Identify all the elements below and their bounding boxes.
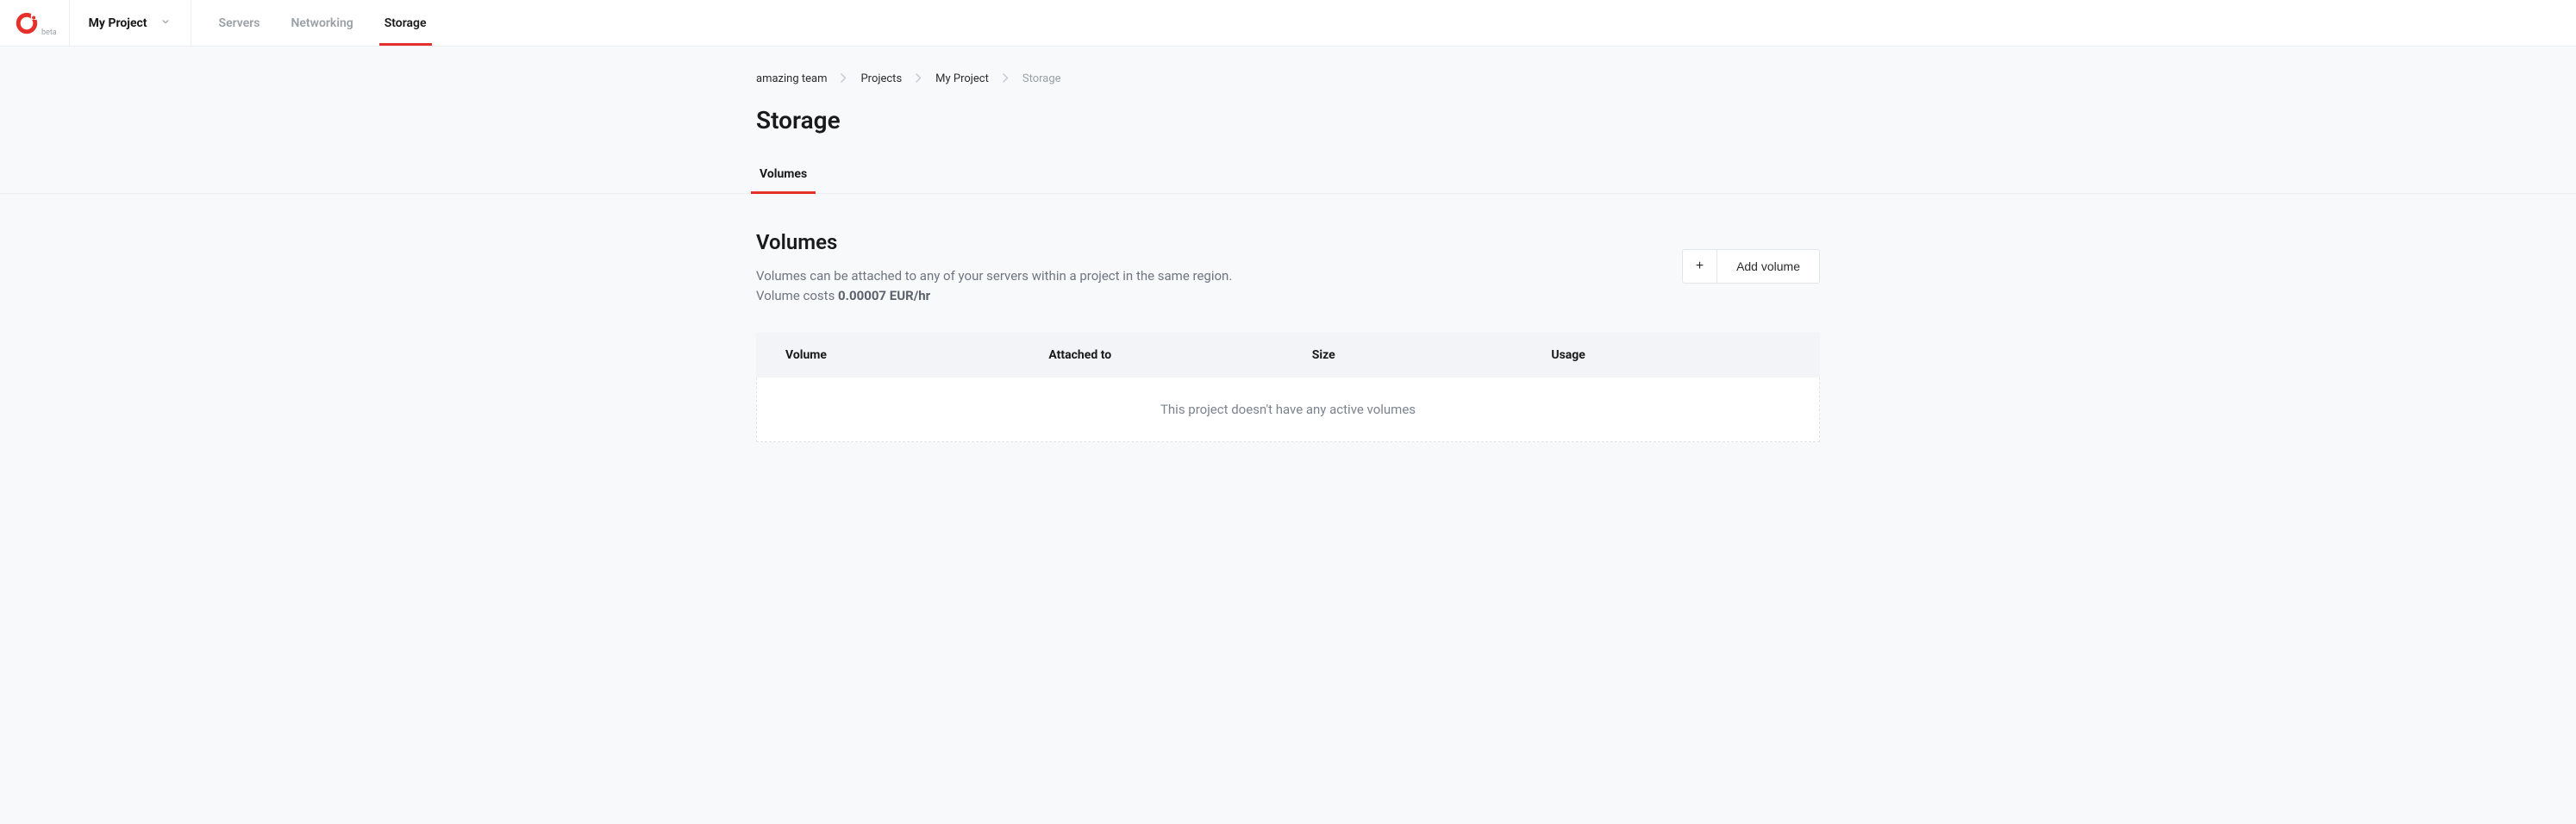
breadcrumb-team[interactable]: amazing team	[756, 72, 827, 85]
nav-link-storage[interactable]: Storage	[369, 0, 442, 46]
col-attached-to: Attached to	[1048, 348, 1311, 362]
section-desc-cost: Volume costs 0.00007 EUR/hr	[756, 286, 1232, 306]
project-name: My Project	[89, 16, 147, 30]
col-size: Size	[1312, 348, 1552, 362]
section-desc-cost-value: 0.00007 EUR/hr	[838, 288, 930, 303]
chevron-right-icon	[1003, 73, 1009, 85]
nav-links: Servers Networking Storage	[203, 0, 442, 46]
breadcrumb-project[interactable]: My Project	[935, 72, 989, 85]
logo-beta-label: beta	[41, 28, 57, 37]
project-selector[interactable]: My Project	[70, 0, 191, 46]
volumes-section: Volumes Volumes can be attached to any o…	[756, 194, 1820, 305]
section-desc-line1: Volumes can be attached to any of your s…	[756, 266, 1232, 286]
breadcrumb-projects[interactable]: Projects	[860, 72, 902, 85]
plus-icon: +	[1683, 249, 1717, 284]
page-header-area: amazing team Projects My Project Storage…	[0, 47, 2576, 194]
sub-tabs: Volumes	[756, 159, 1820, 193]
breadcrumb-current: Storage	[1022, 72, 1061, 85]
tab-volumes[interactable]: Volumes	[756, 159, 810, 193]
top-nav: beta My Project Servers Networking Stora…	[0, 0, 2576, 47]
col-volume: Volume	[785, 348, 1048, 362]
add-volume-button-label: Add volume	[1717, 259, 1819, 273]
nav-link-servers[interactable]: Servers	[203, 0, 276, 46]
page-title: Storage	[756, 106, 1820, 159]
chevron-right-icon	[841, 73, 847, 85]
nav-link-networking[interactable]: Networking	[275, 0, 368, 46]
logo-icon	[16, 12, 38, 34]
section-desc-cost-prefix: Volume costs	[756, 288, 838, 303]
chevron-right-icon	[916, 73, 922, 85]
volumes-section-text: Volumes Volumes can be attached to any o…	[756, 230, 1232, 305]
breadcrumb: amazing team Projects My Project Storage	[756, 47, 1820, 106]
volumes-table: Volume Attached to Size Usage This proje…	[756, 333, 1820, 442]
empty-state: This project doesn't have any active vol…	[757, 378, 1819, 441]
logo[interactable]: beta	[0, 0, 70, 46]
col-usage: Usage	[1551, 348, 1791, 362]
table-body: This project doesn't have any active vol…	[756, 378, 1820, 442]
section-description: Volumes can be attached to any of your s…	[756, 266, 1232, 305]
section-title: Volumes	[756, 230, 1232, 254]
table-header: Volume Attached to Size Usage	[756, 333, 1820, 378]
chevron-down-icon	[159, 16, 172, 31]
add-volume-button[interactable]: + Add volume	[1682, 249, 1820, 284]
page: amazing team Projects My Project Storage…	[0, 47, 2576, 494]
